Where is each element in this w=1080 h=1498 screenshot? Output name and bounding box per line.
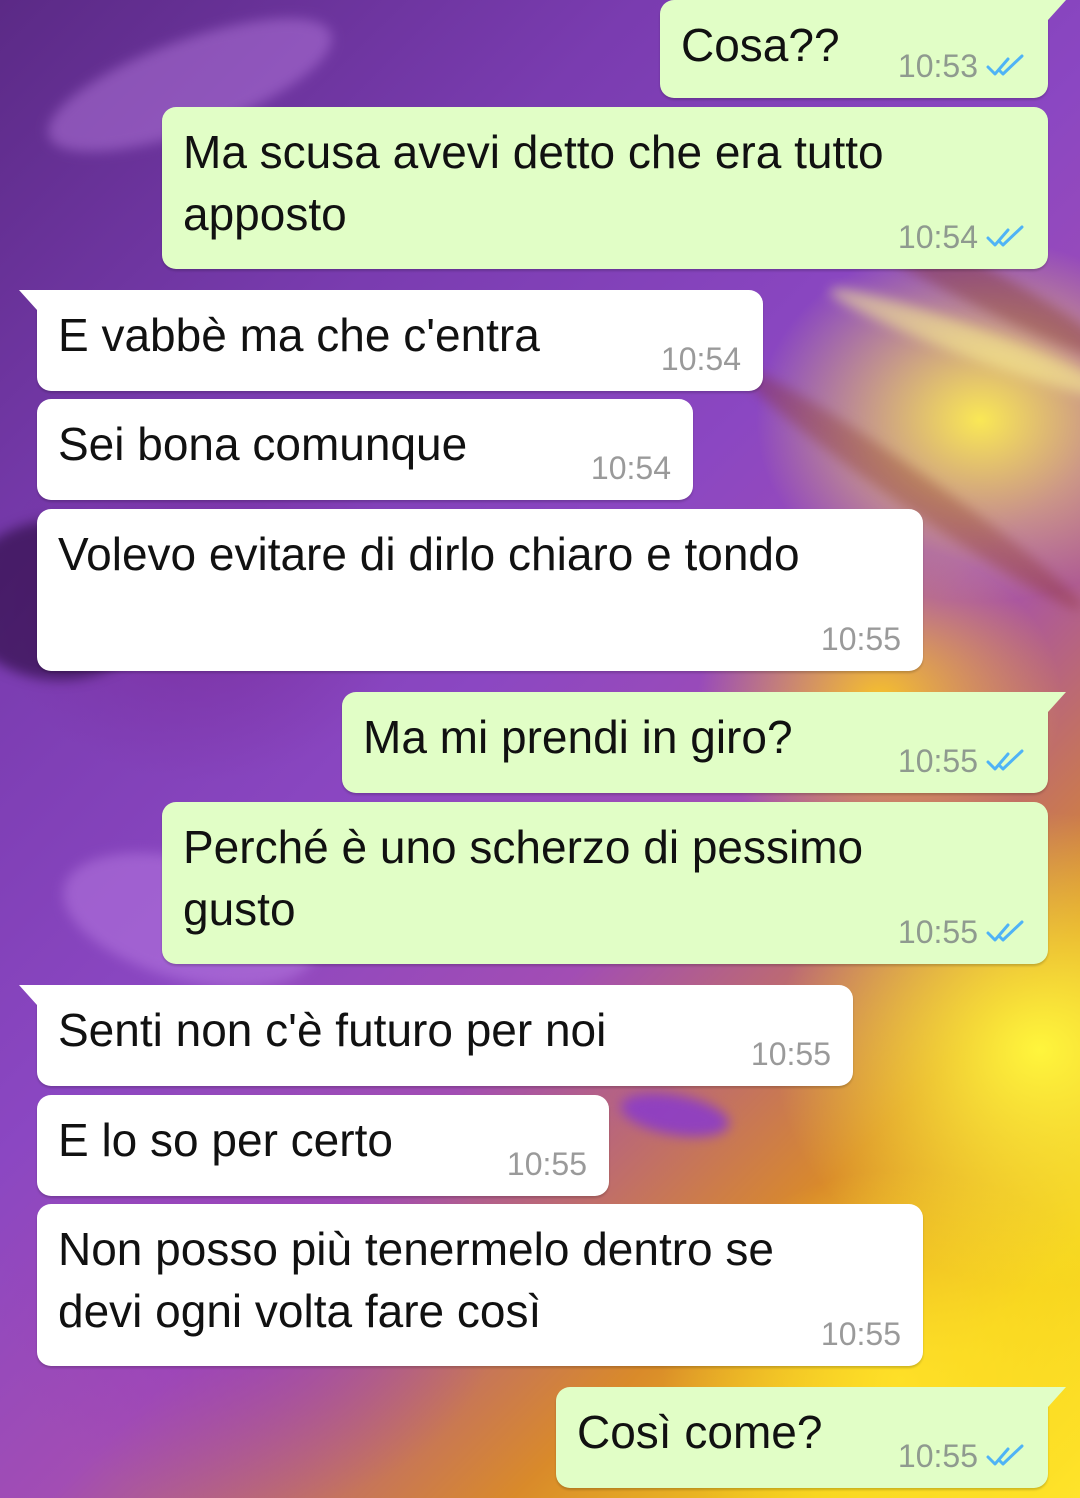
message-time: 10:55 — [820, 1316, 901, 1352]
outgoing-message[interactable]: Cosa?? 10:53 — [660, 0, 1066, 98]
message-meta: 10:55 — [898, 743, 1026, 779]
incoming-message[interactable]: Non posso più tenermelo dentro se devi o… — [37, 1204, 923, 1366]
outgoing-message[interactable]: Così come? 10:55 — [556, 1387, 1066, 1488]
message-text: Sei bona comunque — [58, 418, 468, 470]
message-time: 10:54 — [590, 450, 671, 486]
incoming-message[interactable]: E vabbè ma che c'entra 10:54 — [19, 290, 763, 391]
message-time: 10:55 — [897, 743, 978, 779]
incoming-message[interactable]: Senti non c'è futuro per noi 10:55 — [19, 985, 853, 1086]
message-time: 10:55 — [897, 1438, 978, 1474]
wallpaper-streak — [617, 1085, 733, 1145]
message-meta: 10:55 — [898, 914, 1026, 950]
message-meta: 10:54 — [661, 341, 741, 377]
message-time: 10:53 — [897, 48, 978, 84]
message-time: 10:55 — [750, 1036, 831, 1072]
bubble-tail — [1048, 692, 1066, 712]
message-meta: 10:55 — [751, 1036, 831, 1072]
message-time: 10:55 — [506, 1146, 587, 1182]
outgoing-message[interactable]: Perché è uno scherzo di pessimo gusto 10… — [162, 802, 1048, 964]
outgoing-message[interactable]: Ma scusa avevi detto che era tutto appos… — [162, 107, 1048, 269]
bubble-tail — [19, 985, 37, 1005]
message-text: Volevo evitare di dirlo chiaro e tondo — [58, 528, 800, 580]
incoming-message[interactable]: Sei bona comunque 10:54 — [37, 399, 693, 500]
bubble-tail — [1048, 0, 1066, 20]
double-check-read-icon — [986, 54, 1024, 76]
message-time: 10:54 — [660, 341, 741, 377]
double-check-read-icon — [986, 749, 1024, 771]
message-meta: 10:55 — [898, 1438, 1026, 1474]
message-meta: 10:55 — [821, 1316, 901, 1352]
message-time: 10:55 — [820, 621, 901, 657]
message-meta: 10:55 — [821, 621, 901, 657]
message-text: E vabbè ma che c'entra — [58, 309, 540, 361]
message-time: 10:54 — [897, 219, 978, 255]
double-check-read-icon — [986, 1444, 1024, 1466]
incoming-message[interactable]: Volevo evitare di dirlo chiaro e tondo 1… — [37, 509, 923, 671]
bubble-tail — [1048, 1387, 1066, 1407]
message-text: Senti non c'è futuro per noi — [58, 1004, 607, 1056]
message-time: 10:55 — [897, 914, 978, 950]
message-meta: 10:53 — [898, 48, 1026, 84]
message-meta: 10:54 — [898, 219, 1026, 255]
bubble-tail — [19, 290, 37, 310]
message-text: Non posso più tenermelo dentro se devi o… — [58, 1223, 774, 1337]
double-check-read-icon — [986, 225, 1024, 247]
outgoing-message[interactable]: Ma mi prendi in giro? 10:55 — [342, 692, 1066, 793]
message-meta: 10:54 — [591, 450, 671, 486]
double-check-read-icon — [986, 920, 1024, 942]
message-meta: 10:55 — [507, 1146, 587, 1182]
incoming-message[interactable]: E lo so per certo 10:55 — [37, 1095, 609, 1196]
wallpaper-streak — [824, 276, 1080, 414]
